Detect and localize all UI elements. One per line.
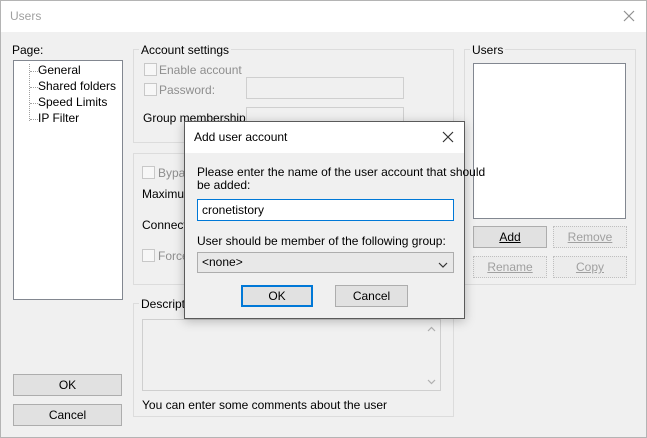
- password-field[interactable]: [246, 77, 404, 99]
- dialog-title-bar: Add user account: [185, 122, 464, 153]
- users-window: Users Page: General Shared folders Speed…: [0, 0, 647, 438]
- dialog-prompt-line2: be added:: [197, 178, 251, 192]
- force-checkbox[interactable]: [142, 249, 155, 262]
- tree-connector: [30, 71, 38, 72]
- group-prompt: User should be member of the following g…: [197, 234, 446, 248]
- enable-account-label: Enable account: [159, 63, 242, 77]
- group-select-value: <none>: [202, 255, 243, 269]
- remove-user-button[interactable]: Remove: [553, 226, 627, 248]
- rename-user-label: Rename: [487, 260, 533, 274]
- dialog-prompt-line1: Please enter the name of the user accoun…: [197, 165, 486, 179]
- dialog-ok-button[interactable]: OK: [241, 285, 313, 307]
- tree-item-shared-folders[interactable]: Shared folders: [38, 79, 116, 93]
- tree-item-general[interactable]: General: [38, 63, 81, 77]
- main-cancel-button[interactable]: Cancel: [13, 404, 122, 426]
- close-icon[interactable]: [438, 127, 458, 147]
- description-hint: You can enter some comments about the us…: [142, 398, 388, 412]
- add-user-label: Add: [499, 230, 521, 244]
- account-settings-label: Account settings: [139, 43, 232, 57]
- tree-connector: [30, 103, 38, 104]
- window-title: Users: [10, 9, 42, 23]
- page-label: Page:: [12, 43, 44, 57]
- tree-connector: [30, 87, 38, 88]
- tree-item-ip-filter[interactable]: IP Filter: [38, 111, 79, 125]
- bypass-checkbox[interactable]: [142, 166, 155, 179]
- description-textarea[interactable]: [142, 319, 441, 391]
- add-user-button[interactable]: Add: [473, 226, 547, 248]
- rename-user-button[interactable]: Rename: [473, 256, 547, 278]
- dialog-cancel-button[interactable]: Cancel: [335, 285, 408, 307]
- group-select[interactable]: <none>: [197, 252, 454, 273]
- description-scrollbar[interactable]: [423, 320, 440, 390]
- username-input[interactable]: cronetistory: [197, 199, 454, 221]
- chevron-down-icon: [438, 258, 448, 273]
- users-label: Users: [470, 43, 506, 57]
- main-ok-button[interactable]: OK: [13, 374, 122, 396]
- tree-item-speed-limits[interactable]: Speed Limits: [38, 95, 107, 109]
- users-list[interactable]: [473, 63, 626, 219]
- tree-connector: [29, 64, 30, 121]
- copy-user-label: Copy: [575, 260, 604, 274]
- remove-user-label: Remove: [567, 230, 613, 244]
- add-user-dialog: Add user account Please enter the name o…: [184, 121, 485, 319]
- enable-account-checkbox[interactable]: [144, 63, 157, 76]
- close-icon[interactable]: [618, 5, 640, 27]
- password-label: Password:: [159, 83, 216, 97]
- dialog-title: Add user account: [194, 130, 288, 144]
- tree-connector: [30, 119, 38, 120]
- password-checkbox[interactable]: [144, 83, 157, 96]
- title-bar: Users: [1, 1, 646, 32]
- copy-user-button[interactable]: Copy: [553, 256, 627, 278]
- page-tree[interactable]: General Shared folders Speed Limits IP F…: [13, 60, 123, 300]
